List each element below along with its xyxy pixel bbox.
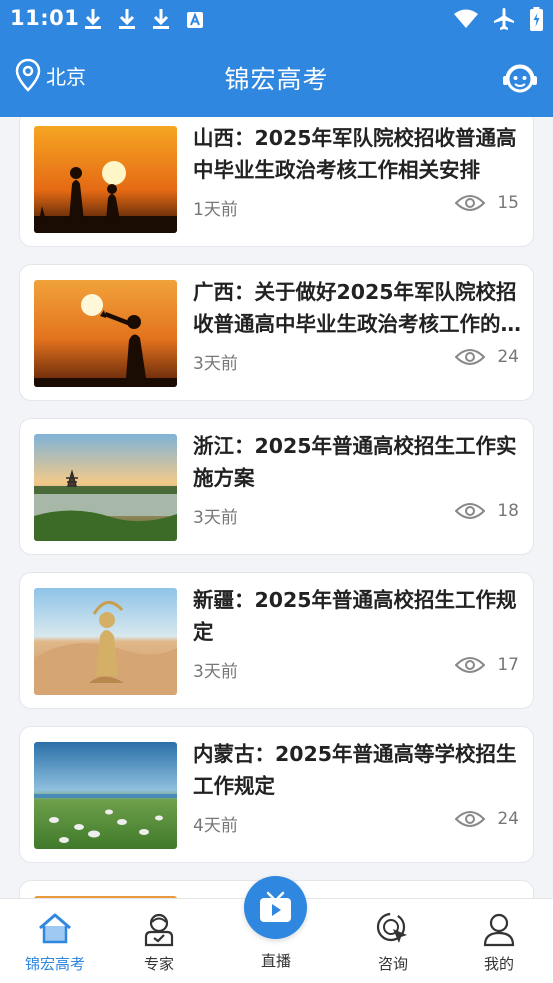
view-count-value: 15 <box>497 193 519 213</box>
live-tv-icon <box>260 891 291 922</box>
article-time: 3天前 <box>193 354 238 374</box>
article-title: 新疆：2025年普通高校招生工作规定 <box>193 588 517 644</box>
article-card[interactable]: 山西：2025年军队院校招收普通高中毕业生政治考核工作相关安排 1天前 15 <box>19 117 534 247</box>
download-icon <box>85 9 101 29</box>
customer-service-icon[interactable] <box>502 60 538 96</box>
article-card[interactable]: 浙江：2025年普通高校招生工作实施方案 3天前 18 <box>19 418 534 555</box>
view-count-value: 18 <box>497 501 519 521</box>
article-time: 4天前 <box>193 816 238 836</box>
airplane-icon <box>494 8 514 30</box>
home-icon <box>39 913 71 944</box>
tab-label: 我的 <box>483 955 514 973</box>
view-count: 24 <box>455 347 519 367</box>
nav-bar: 北京 锦宏高考 <box>0 38 553 117</box>
view-count-value: 24 <box>497 809 519 829</box>
download-icon <box>153 9 169 29</box>
article-card[interactable]: 内蒙古：2025年普通高等学校招生工作规定 4天前 24 <box>19 726 534 863</box>
tab-label: 咨询 <box>377 955 408 973</box>
wifi-icon <box>454 9 478 28</box>
view-count: 24 <box>455 809 519 829</box>
article-title: 广西：关于做好2025年军队院校招收普通高中毕业生政治考核工作的通知 <box>193 280 521 336</box>
article-title: 内蒙古：2025年普通高等学校招生工作规定 <box>193 742 517 798</box>
status-bar: 11:01 <box>0 0 553 38</box>
status-time: 11:01 <box>10 6 80 30</box>
eye-icon <box>455 195 486 211</box>
download-icon <box>119 9 135 29</box>
eye-icon <box>455 811 486 827</box>
tab-mine[interactable]: 我的 <box>444 899 553 983</box>
battery-icon <box>530 7 543 31</box>
tab-home[interactable]: 锦宏高考 <box>0 899 110 983</box>
article-time: 3天前 <box>193 662 238 682</box>
eye-icon <box>455 349 486 365</box>
view-count: 15 <box>455 193 519 213</box>
article-list: 山西：2025年军队院校招收普通高中毕业生政治考核工作相关安排 1天前 15 广… <box>0 117 553 898</box>
article-title: 浙江：2025年普通高校招生工作实施方案 <box>193 434 517 490</box>
view-count: 18 <box>455 501 519 521</box>
article-thumbnail <box>34 742 177 849</box>
eye-icon <box>455 657 486 673</box>
user-icon <box>483 913 515 947</box>
article-time: 3天前 <box>193 508 238 528</box>
article-thumbnail <box>34 280 177 387</box>
article-card[interactable]: 新疆：2025年普通高校招生工作规定 3天前 17 <box>19 572 534 709</box>
article-title: 山西：2025年军队院校招收普通高中毕业生政治考核工作相关安排 <box>193 126 517 182</box>
page-title: 锦宏高考 <box>224 65 329 94</box>
tab-consult[interactable]: 咨询 <box>338 899 448 983</box>
tab-label: 锦宏高考 <box>24 955 85 973</box>
live-button[interactable] <box>244 876 307 939</box>
consult-icon <box>376 912 407 943</box>
tab-expert[interactable]: 专家 <box>104 899 214 983</box>
tab-label: 专家 <box>143 955 174 973</box>
article-thumbnail <box>34 126 177 233</box>
font-icon <box>187 12 203 28</box>
article-time: 1天前 <box>193 200 238 220</box>
article-card[interactable]: 广西：关于做好2025年军队院校招收普通高中毕业生政治考核工作的通知 3天前 2… <box>19 264 534 401</box>
expert-icon <box>144 913 174 947</box>
eye-icon <box>455 503 486 519</box>
app-header: 11:01 北京 锦宏高考 <box>0 0 553 117</box>
article-thumbnail <box>34 588 177 695</box>
view-count-value: 17 <box>497 655 519 675</box>
article-thumbnail <box>34 434 177 541</box>
tab-live-label: 直播 <box>260 952 291 970</box>
view-count: 17 <box>455 655 519 675</box>
view-count-value: 24 <box>497 347 519 367</box>
